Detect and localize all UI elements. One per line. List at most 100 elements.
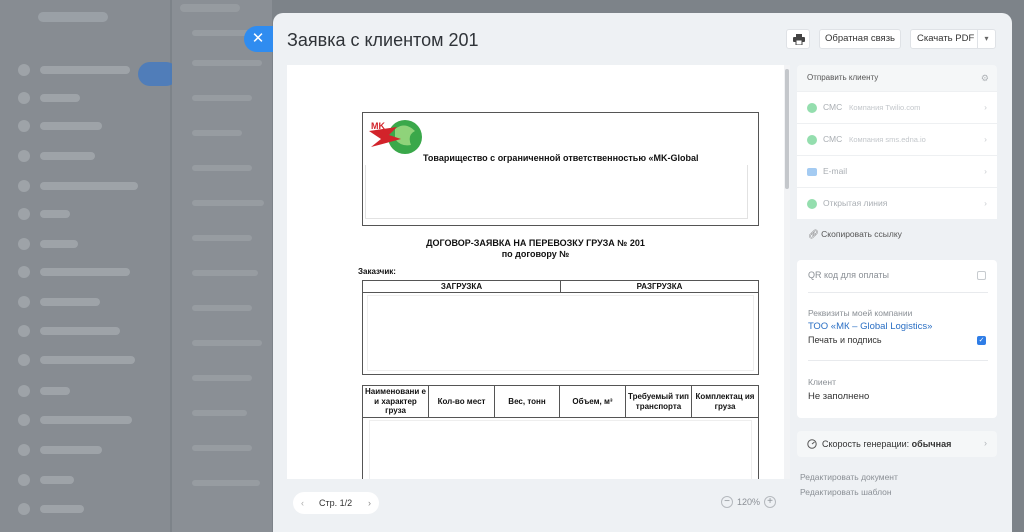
bg-row bbox=[18, 385, 148, 397]
loading-header: ЗАГРУЗКА bbox=[363, 281, 561, 293]
contract-subtitle: по договору № bbox=[501, 249, 570, 259]
mail-icon bbox=[807, 168, 817, 176]
settings-card: QR код для оплаты Реквизиты моей компани… bbox=[797, 260, 997, 418]
modal-title: Заявка с клиентом 201 bbox=[287, 30, 479, 50]
chevron-left-icon[interactable]: ‹ bbox=[301, 492, 304, 514]
viewer-scrollbar[interactable] bbox=[784, 65, 790, 479]
goods-column-header: Вес, тонн bbox=[495, 386, 560, 418]
bg-placeholder bbox=[192, 200, 264, 206]
goods-table: Наименовани е и характер груза Кол-во ме… bbox=[362, 385, 759, 479]
bg-row bbox=[18, 325, 148, 337]
goods-column-header: Требуемый тип транспорта bbox=[626, 386, 692, 418]
bg-placeholder bbox=[192, 410, 247, 416]
bg-placeholder bbox=[192, 130, 242, 136]
bg-row bbox=[18, 238, 148, 250]
bg-placeholder bbox=[192, 375, 252, 381]
bg-row bbox=[18, 208, 148, 220]
company-logo: MK bbox=[369, 120, 422, 154]
bg-row bbox=[18, 444, 148, 456]
send-open-line[interactable]: Открытая линия › bbox=[797, 187, 997, 219]
bg-title-placeholder bbox=[38, 12, 108, 22]
requisites-label: Реквизиты моей компании bbox=[808, 308, 913, 318]
gear-icon[interactable]: ⚙ bbox=[981, 73, 989, 84]
send-title: Отправить клиенту bbox=[807, 73, 879, 82]
bg-placeholder bbox=[192, 235, 252, 241]
scrollbar-thumb[interactable] bbox=[785, 69, 789, 189]
bg-row bbox=[18, 266, 148, 278]
edit-document-link[interactable]: Редактировать документ bbox=[800, 472, 898, 482]
send-item-label: E-mail bbox=[823, 166, 848, 176]
chevron-down-icon[interactable]: ▾ bbox=[977, 30, 995, 48]
header-inner-box bbox=[365, 165, 748, 219]
print-button[interactable] bbox=[786, 29, 810, 49]
copy-link-label: Скопировать ссылку bbox=[821, 229, 902, 239]
zoom-control: −120% + bbox=[721, 496, 777, 508]
goods-column-header: Наименовани е и характер груза bbox=[363, 386, 429, 418]
divider bbox=[808, 292, 988, 293]
bg-row bbox=[18, 120, 148, 132]
zoom-level: 120% bbox=[737, 497, 761, 507]
edit-template-link[interactable]: Редактировать шаблон bbox=[800, 487, 892, 497]
goods-column-header: Объем, м³ bbox=[560, 386, 626, 418]
send-sms-edna[interactable]: СМС Компания sms.edna.io › bbox=[797, 123, 997, 155]
page-navigator: ‹ Стр. 1/2 › bbox=[293, 492, 379, 514]
company-name-line: Товарищество с ограниченной ответственно… bbox=[423, 153, 699, 163]
bg-placeholder bbox=[192, 30, 252, 36]
send-sms-twilio[interactable]: СМС Компания Twilio.com › bbox=[797, 91, 997, 123]
bg-placeholder bbox=[192, 270, 258, 276]
bg-row bbox=[18, 64, 148, 76]
chevron-right-icon: › bbox=[984, 198, 987, 208]
generation-speed-button[interactable]: Скорость генерации: обычная › bbox=[797, 431, 997, 457]
speed-value: обычная bbox=[911, 439, 952, 449]
document-header-box: MK Товарищество с ограниченной ответстве… bbox=[362, 112, 759, 226]
bg-row bbox=[18, 474, 148, 486]
goods-table-body bbox=[369, 420, 752, 479]
qr-checkbox[interactable] bbox=[977, 271, 986, 280]
loading-table-body bbox=[367, 295, 754, 371]
bg-row bbox=[18, 503, 148, 515]
bg-row bbox=[18, 354, 148, 366]
document-viewer[interactable]: MK Товарищество с ограниченной ответстве… bbox=[287, 65, 784, 479]
chevron-right-icon: › bbox=[984, 102, 987, 112]
bg-row bbox=[18, 180, 148, 192]
client-label: Клиент bbox=[808, 377, 836, 387]
bg-placeholder bbox=[192, 340, 262, 346]
company-requisites-link[interactable]: ТОО «МК – Global Logistics» bbox=[808, 321, 932, 332]
contract-title: ДОГОВОР-ЗАЯВКА НА ПЕРЕВОЗКУ ГРУЗА № 201 bbox=[426, 238, 645, 248]
send-item-label: Открытая линия bbox=[823, 198, 888, 208]
client-value[interactable]: Не заполнено bbox=[808, 391, 869, 402]
page-indicator: Стр. 1/2 bbox=[319, 498, 353, 508]
speed-label: Скорость генерации: bbox=[822, 439, 910, 449]
send-to-client-card: Отправить клиенту ⚙ СМС Компания Twilio.… bbox=[797, 65, 997, 219]
chat-icon bbox=[807, 199, 817, 209]
divider bbox=[808, 360, 988, 361]
svg-text:MK: MK bbox=[371, 121, 385, 131]
bg-placeholder bbox=[192, 305, 252, 311]
customer-label: Заказчик: bbox=[358, 267, 396, 276]
sign-checkbox[interactable]: ✓ bbox=[977, 336, 986, 345]
download-pdf-button[interactable]: Скачать PDF ▾ bbox=[910, 29, 996, 49]
printer-icon bbox=[793, 34, 805, 45]
bg-row bbox=[18, 414, 148, 426]
goods-column-header: Комплектац ия груза bbox=[692, 386, 758, 418]
send-item-sub: Компания sms.edna.io bbox=[849, 135, 926, 144]
bg-row bbox=[18, 92, 148, 104]
download-pdf-label: Скачать PDF bbox=[917, 33, 975, 44]
bg-placeholder bbox=[180, 4, 240, 12]
zoom-in-icon[interactable]: + bbox=[764, 496, 777, 508]
whatsapp-icon bbox=[807, 135, 817, 145]
zoom-out-icon[interactable]: − bbox=[721, 496, 733, 508]
send-email[interactable]: E-mail › bbox=[797, 155, 997, 187]
feedback-button[interactable]: Обратная связь bbox=[819, 29, 901, 49]
bg-placeholder bbox=[192, 480, 260, 486]
chevron-right-icon: › bbox=[984, 166, 987, 176]
bg-row bbox=[18, 150, 148, 162]
speedometer-icon bbox=[807, 439, 817, 449]
bg-row bbox=[18, 296, 148, 308]
whatsapp-icon bbox=[807, 103, 817, 113]
sign-label: Печать и подпись bbox=[808, 335, 882, 345]
bg-placeholder bbox=[192, 95, 252, 101]
bg-placeholder bbox=[192, 165, 252, 171]
chevron-right-icon[interactable]: › bbox=[368, 492, 371, 514]
copy-link-button[interactable]: 🔗︎ Скопировать ссылку bbox=[808, 229, 902, 240]
